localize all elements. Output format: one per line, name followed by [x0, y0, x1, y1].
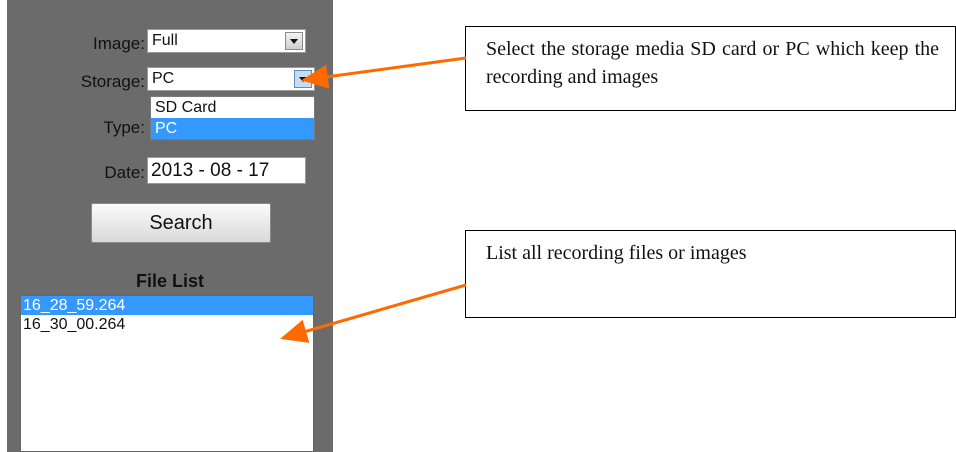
storage-arrow — [301, 56, 467, 89]
annotation-arrows — [280, 56, 467, 343]
file-list-arrow — [280, 283, 467, 343]
